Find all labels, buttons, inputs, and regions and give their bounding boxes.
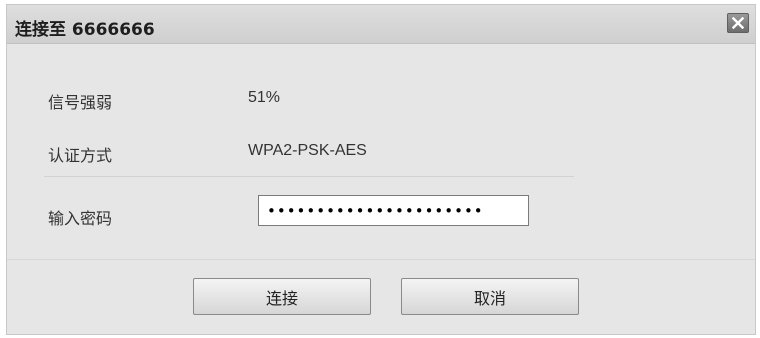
- dialog-title: 连接至 6666666: [15, 20, 155, 40]
- dialog-titlebar: 连接至 6666666: [7, 5, 755, 44]
- auth-method-value: WPA2-PSK-AES: [248, 142, 367, 159]
- connect-button[interactable]: 连接: [193, 278, 371, 315]
- dialog-footer: [7, 259, 755, 334]
- password-label: 输入密码: [48, 209, 113, 228]
- signal-strength-label: 信号强弱: [48, 93, 113, 112]
- password-input[interactable]: [258, 195, 529, 226]
- auth-method-label: 认证方式: [48, 146, 113, 165]
- close-icon: [732, 17, 744, 29]
- cancel-button[interactable]: 取消: [401, 278, 579, 315]
- close-button[interactable]: [727, 13, 749, 33]
- connect-dialog: 连接至 6666666: [6, 4, 756, 335]
- signal-strength-value: 51%: [248, 89, 281, 106]
- divider: [44, 176, 574, 177]
